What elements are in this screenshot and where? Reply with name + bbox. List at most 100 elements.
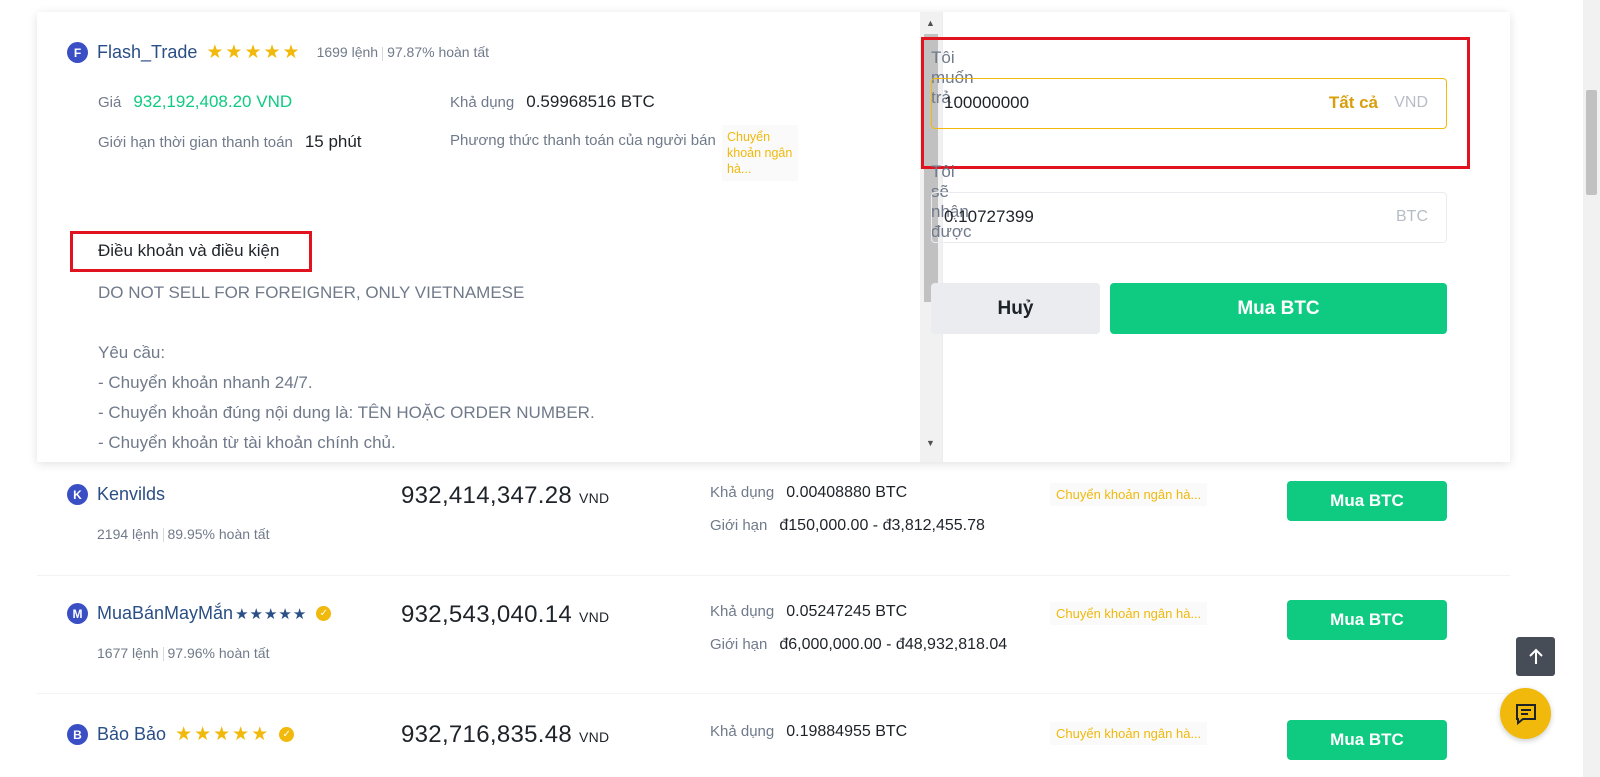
stat-separator	[382, 46, 384, 61]
buy-btc-button[interactable]: Mua BTC	[1287, 600, 1447, 640]
price-currency: VND	[579, 490, 610, 506]
time-limit-value: 15 phút	[304, 132, 362, 151]
offer-info-pane: F Flash_Trade ★★★★★ 1699 lệnh 97.87% hoàn…	[37, 12, 920, 462]
order-count: 1677 lệnh	[97, 645, 159, 661]
verified-badge-icon: ✓	[279, 727, 295, 742]
price-amount: 932,543,040.14	[401, 601, 573, 628]
terms-line: - Chuyển khoản đúng nội dung là: TÊN HOẶ…	[98, 403, 595, 422]
cancel-button[interactable]: Huỷ	[931, 283, 1100, 334]
scroll-up-arrow-icon[interactable]: ▲	[926, 18, 935, 28]
p2p-market-page: F Flash_Trade ★★★★★ 1699 lệnh 97.87% hoàn…	[0, 0, 1600, 777]
offer-row: K Kenvilds 2194 lệnh 89.95% hoàn tất 932,…	[37, 462, 1510, 582]
chat-icon[interactable]	[1500, 688, 1551, 739]
price-currency: VND	[579, 609, 610, 625]
completion-rate: 97.87% hoàn tất	[387, 44, 490, 61]
trader-name-group: MuaBánMayMắn ★★★★★	[97, 603, 307, 624]
trader-header: F Flash_Trade ★★★★★ 1699 lệnh 97.87% hoàn…	[67, 41, 489, 64]
price-currency: VND	[579, 729, 610, 745]
trader-name[interactable]: Bảo Bảo	[97, 724, 166, 745]
trader-name[interactable]: Kenvilds	[97, 484, 165, 505]
trader-avatar: M	[67, 603, 88, 624]
payment-method-tag: Chuyển khoản ngân hà...	[1050, 602, 1208, 625]
terms-line: - Chuyển khoản từ tài khoản chính chủ.	[98, 433, 396, 452]
trader-stats: 1699 lệnh 97.87% hoàn tất	[316, 44, 490, 61]
limit-field: Giới hạn đ150,000.00 - đ3,812,455.78	[710, 517, 985, 535]
time-limit-label: Giới hạn thời gian thanh toán	[98, 134, 293, 151]
price-amount: 932,716,835.48	[401, 721, 573, 748]
price-field: Giá 932,192,408.20 VND	[98, 92, 292, 112]
row-divider	[37, 575, 1510, 576]
trader-avatar: K	[67, 484, 88, 505]
rating-stars: ★★★★★	[206, 42, 302, 63]
receive-amount-input[interactable]: 0.10727399 BTC	[931, 192, 1447, 243]
price-amount: 932,414,347.28	[401, 482, 573, 509]
time-limit-field: Giới hạn thời gian thanh toán 15 phút	[98, 132, 362, 152]
receive-amount-value[interactable]: 0.10727399	[944, 207, 1034, 227]
terms-line: DO NOT SELL FOR FOREIGNER, ONLY VIETNAME…	[98, 283, 525, 302]
trader-avatar: B	[67, 724, 88, 745]
price-value: 932,192,408.20 VND	[133, 92, 293, 111]
chat-bubble-glyph	[1515, 703, 1536, 725]
available-value: 0.00408880 BTC	[786, 484, 908, 501]
scroll-down-arrow-icon[interactable]: ▼	[926, 438, 935, 448]
trader-header: M MuaBánMayMắn ★★★★★ ✓	[67, 603, 332, 624]
offer-price: 932,716,835.48 VND	[401, 721, 609, 749]
terms-title: Điều khoản và điều kiện	[98, 241, 280, 260]
available-value: 0.19884955 BTC	[786, 723, 908, 740]
limit-value: đ6,000,000.00 - đ48,932,818.04	[779, 636, 1008, 653]
order-count: 1699 lệnh	[316, 44, 379, 61]
verified-badge-icon: ✓	[316, 606, 332, 621]
limit-label: Giới hạn	[710, 517, 768, 534]
receive-unit: BTC	[1396, 208, 1428, 225]
row-divider	[37, 693, 1510, 694]
order-count: 2194 lệnh	[97, 526, 159, 542]
trader-header: B Bảo Bảo ★★★★★ ✓	[67, 723, 295, 746]
rating-stars: ★★★★★	[175, 724, 271, 745]
available-value: 0.05247245 BTC	[786, 603, 908, 620]
available-label: Khả dụng	[450, 94, 515, 111]
available-field: Khả dụng 0.19884955 BTC	[710, 723, 907, 741]
completion-rate: 89.95% hoàn tất	[167, 526, 270, 542]
terms-line: Yêu cầu:	[98, 343, 166, 362]
terms-text: DO NOT SELL FOR FOREIGNER, ONLY VIETNAME…	[98, 278, 595, 458]
price-label: Giá	[98, 94, 122, 111]
page-scrollbar[interactable]	[1583, 0, 1600, 777]
trader-name[interactable]: Flash_Trade	[97, 42, 197, 63]
payment-method-tag: Chuyển khoản ngân hà...	[722, 125, 798, 181]
completion-rate: 97.96% hoàn tất	[167, 645, 270, 661]
trader-stats: 2194 lệnh 89.95% hoàn tất	[97, 526, 270, 543]
available-label: Khả dụng	[710, 484, 775, 501]
terms-line: - Chuyển khoản nhanh 24/7.	[98, 373, 313, 392]
payment-method-field: Phương thức thanh toán của người bán	[450, 132, 716, 150]
buy-btc-button[interactable]: Mua BTC	[1287, 481, 1447, 521]
available-field: Khả dụng 0.59968516 BTC	[450, 92, 655, 112]
available-label: Khả dụng	[710, 603, 775, 620]
terms-line	[98, 308, 595, 338]
stat-separator	[162, 528, 164, 543]
name-stars: ★★★★★	[235, 605, 308, 623]
limit-field: Giới hạn đ6,000,000.00 - đ48,932,818.04	[710, 636, 1007, 654]
limit-value: đ150,000.00 - đ3,812,455.78	[779, 517, 985, 534]
arrow-up-icon[interactable]	[1516, 637, 1555, 676]
trader-header: K Kenvilds	[67, 484, 165, 505]
pay-highlight-box	[921, 37, 1470, 169]
trader-name[interactable]: MuaBánMayMắn	[97, 603, 233, 624]
offer-row: M MuaBánMayMắn ★★★★★ ✓ 1677 lệnh 97.96% h…	[37, 581, 1510, 701]
arrow-up-glyph	[1528, 648, 1543, 664]
buy-btc-button[interactable]: Mua BTC	[1110, 283, 1447, 334]
payment-method-label: Phương thức thanh toán của người bán	[450, 132, 716, 149]
page-scrollbar-thumb[interactable]	[1586, 90, 1597, 195]
offer-price: 932,414,347.28 VND	[401, 482, 609, 510]
trader-stats: 1677 lệnh 97.96% hoàn tất	[97, 645, 270, 662]
payment-method-tag: Chuyển khoản ngân hà...	[1050, 483, 1208, 506]
payment-method-tag: Chuyển khoản ngân hà...	[1050, 722, 1208, 745]
available-field: Khả dụng 0.05247245 BTC	[710, 603, 907, 621]
offer-price: 932,543,040.14 VND	[401, 601, 609, 629]
offer-row: B Bảo Bảo ★★★★★ ✓ 932,716,835.48 VND Khả…	[37, 701, 1510, 777]
trader-avatar: F	[67, 42, 88, 63]
buy-btc-button[interactable]: Mua BTC	[1287, 720, 1447, 760]
available-field: Khả dụng 0.00408880 BTC	[710, 484, 907, 502]
stat-separator	[162, 647, 164, 662]
limit-label: Giới hạn	[710, 636, 768, 653]
available-label: Khả dụng	[710, 723, 775, 740]
